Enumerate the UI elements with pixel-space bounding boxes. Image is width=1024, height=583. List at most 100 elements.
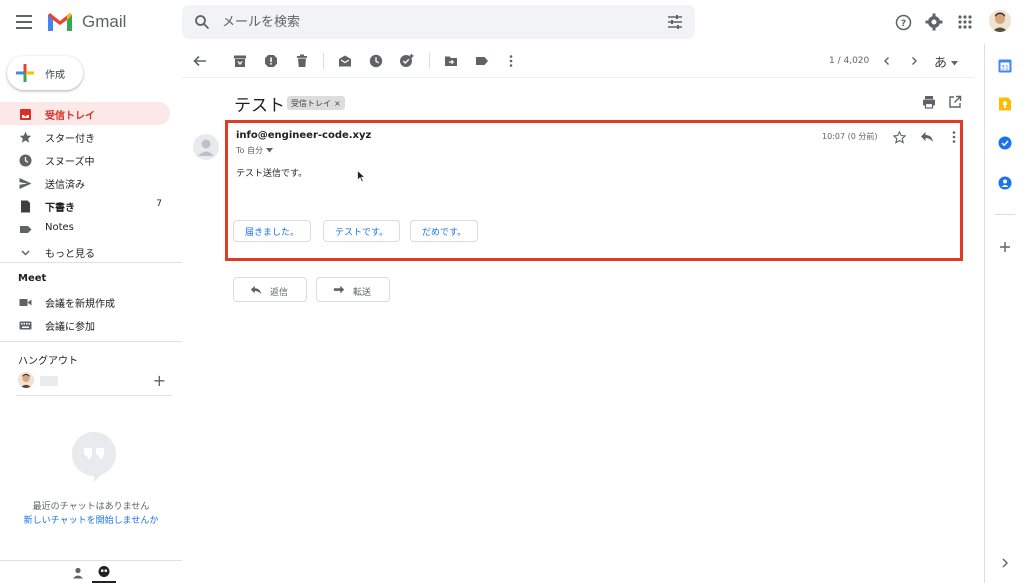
- calendar-icon[interactable]: 31: [998, 59, 1012, 73]
- inbox-icon: [18, 107, 32, 121]
- snooze-clock-icon[interactable]: [368, 53, 384, 69]
- main-menu-icon[interactable]: [14, 12, 34, 32]
- contacts-person-icon[interactable]: [72, 567, 84, 579]
- search-input[interactable]: [222, 11, 642, 33]
- account-avatar[interactable]: [989, 10, 1011, 32]
- label-chip-text: 受信トレイ: [291, 98, 331, 108]
- forward-button[interactable]: 転送: [316, 277, 390, 302]
- move-to-folder-icon[interactable]: [443, 53, 459, 69]
- message-toolbar: 1 / 4,020 あ: [182, 44, 974, 78]
- toolbar-divider: [323, 53, 324, 69]
- clock-icon: [18, 153, 32, 167]
- start-chat-link[interactable]: 新しいチャットを開始しませんか: [0, 513, 182, 526]
- keep-notes-icon[interactable]: [998, 97, 1012, 111]
- toolbar-divider: [429, 53, 430, 69]
- newer-chevron-left-icon[interactable]: [879, 53, 895, 69]
- mouse-pointer-icon: [357, 170, 366, 183]
- message-more-vertical-icon[interactable]: [947, 130, 961, 144]
- left-sidebar: 作成 受信トレイ スター付き スヌーズ中 送信済み 下書き 7 Notes もっ…: [0, 44, 182, 583]
- sidebar-item-join-meeting[interactable]: 会議に参加: [0, 313, 170, 336]
- add-to-tasks-icon[interactable]: [399, 53, 415, 69]
- tasks-icon[interactable]: [998, 136, 1012, 150]
- side-apps-panel: 31: [984, 44, 1024, 583]
- hangouts-quote-icon: [98, 566, 110, 577]
- reply-icon: [250, 285, 262, 295]
- sidebar-item-more[interactable]: もっと見る: [0, 240, 170, 263]
- message-view: 1 / 4,020 あ テスト 受信トレイ × info@engineer-co…: [182, 44, 984, 583]
- smart-reply-chip[interactable]: 届きました。: [233, 220, 312, 242]
- svg-text:?: ?: [900, 19, 905, 29]
- mark-unread-icon[interactable]: [337, 53, 353, 69]
- reply-button[interactable]: 返信: [233, 277, 307, 302]
- sidebar-item-label: 会議を新規作成: [45, 299, 115, 310]
- sidebar-item-sent[interactable]: 送信済み: [0, 171, 170, 194]
- sidebar-item-starred[interactable]: スター付き: [0, 125, 170, 148]
- caret-down-icon: [265, 148, 273, 153]
- sidebar-item-snoozed[interactable]: スヌーズ中: [0, 148, 170, 171]
- pagination-count: 1 / 4,020: [829, 56, 870, 66]
- video-icon: [18, 295, 32, 309]
- caret-down-icon: [951, 61, 959, 66]
- meet-heading: Meet: [18, 273, 47, 284]
- sidebar-item-drafts[interactable]: 下書き 7: [0, 194, 170, 217]
- settings-gear-icon[interactable]: [924, 12, 944, 32]
- contacts-icon[interactable]: [998, 176, 1012, 190]
- smart-reply-chip[interactable]: テストです。: [323, 220, 401, 242]
- message-timestamp: 10:07 (0 分前): [822, 132, 878, 141]
- sender-email[interactable]: info@engineer-code.xyz: [236, 130, 371, 141]
- recipient-details-toggle[interactable]: To 自分: [236, 145, 273, 156]
- apps-grid-icon[interactable]: [955, 12, 975, 32]
- forward-label: 転送: [353, 288, 372, 298]
- search-bar: [182, 5, 695, 39]
- highlighted-message-card: info@engineer-code.xyz To 自分 10:07 (0 分前…: [225, 120, 963, 261]
- sidebar-item-label: Notes: [45, 222, 74, 233]
- search-icon[interactable]: [194, 14, 210, 30]
- back-arrow-icon[interactable]: [192, 53, 208, 69]
- hangouts-user-row[interactable]: +: [16, 371, 172, 391]
- archive-icon[interactable]: [232, 53, 248, 69]
- message-subject: テスト: [234, 96, 285, 116]
- forward-icon: [333, 285, 345, 294]
- sidebar-divider: [0, 341, 182, 342]
- remove-label-icon[interactable]: ×: [334, 99, 341, 108]
- smart-reply-chip[interactable]: だめです。: [410, 220, 479, 242]
- sidebar-item-new-meeting[interactable]: 会議を新規作成: [0, 290, 170, 313]
- input-language-label: あ: [934, 56, 948, 71]
- star-outline-icon[interactable]: [892, 130, 906, 144]
- more-vertical-icon[interactable]: [503, 53, 519, 69]
- print-icon[interactable]: [922, 95, 936, 109]
- hangouts-tab[interactable]: [92, 561, 116, 583]
- get-addons-plus-icon[interactable]: [998, 240, 1012, 254]
- report-spam-icon[interactable]: [263, 53, 279, 69]
- sidebar-divider: [0, 262, 182, 263]
- gmail-brand-text: Gmail: [82, 12, 127, 31]
- hangouts-user-avatar: [18, 372, 34, 388]
- sidebar-item-count: 7: [156, 199, 162, 209]
- input-tools-button[interactable]: あ: [934, 52, 959, 71]
- expand-panel-chevron-icon[interactable]: [998, 556, 1012, 570]
- folder-nav: 受信トレイ スター付き スヌーズ中 送信済み 下書き 7 Notes もっと見る: [0, 102, 182, 263]
- compose-button[interactable]: 作成: [7, 56, 83, 90]
- help-icon[interactable]: ?: [893, 12, 913, 32]
- no-chats-text: 最近のチャットはありません: [32, 502, 150, 512]
- inbox-label-chip[interactable]: 受信トレイ ×: [287, 96, 345, 110]
- message-body: テスト送信です。: [236, 169, 308, 179]
- delete-trash-icon[interactable]: [294, 53, 310, 69]
- sidebar-item-label: もっと見る: [45, 249, 95, 260]
- sidebar-item-label: スター付き: [45, 134, 95, 145]
- side-panel-divider: [995, 214, 1015, 215]
- compose-label: 作成: [45, 70, 65, 81]
- hangouts-add-icon[interactable]: +: [153, 371, 166, 390]
- sidebar-item-notes[interactable]: Notes: [0, 217, 170, 240]
- sidebar-item-inbox[interactable]: 受信トレイ: [0, 102, 170, 125]
- search-options-icon[interactable]: [667, 14, 683, 30]
- label-tag-icon[interactable]: [474, 53, 490, 69]
- hangouts-user-name: [40, 376, 58, 386]
- gmail-logo-icon: [48, 13, 72, 31]
- recipient-text: To 自分: [236, 146, 263, 155]
- sidebar-item-label: 受信トレイ: [45, 111, 95, 122]
- open-new-window-icon[interactable]: [948, 95, 962, 109]
- top-header: Gmail ?: [0, 0, 1024, 44]
- older-chevron-right-icon[interactable]: [906, 53, 922, 69]
- reply-arrow-icon[interactable]: [920, 130, 934, 144]
